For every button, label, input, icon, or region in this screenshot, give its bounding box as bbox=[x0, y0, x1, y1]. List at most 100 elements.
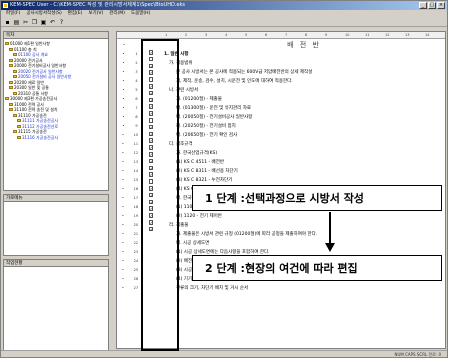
step-arrow-line bbox=[329, 212, 331, 245]
print-icon[interactable]: ▤ bbox=[13, 19, 20, 26]
line-number-row: • 19 bbox=[121, 214, 139, 218]
line-number-row: • 20 bbox=[121, 223, 139, 227]
document-title: 배 전 반 bbox=[287, 41, 321, 49]
line-number-row: • 4 bbox=[122, 79, 138, 83]
spec-line[interactable]: 다. (20050절) - 전기설비공사 일반사항 bbox=[164, 113, 444, 122]
folder-icon bbox=[9, 47, 13, 51]
title-bar: KEM-SPEC User - C:\KEM-SPEC 작성 및 관리시방서체계… bbox=[1, 1, 447, 10]
step2-callout: 2 단계 :현장의 여건에 따라 편집 bbox=[192, 255, 442, 281]
folder-icon bbox=[13, 91, 17, 95]
toolbar: ▪ ▤ ✂ ❐ ▣ ↶ ? bbox=[1, 18, 447, 27]
close-button[interactable]: × bbox=[437, 2, 445, 9]
ruler-tick: 13 bbox=[405, 33, 410, 37]
ruler-tick: 12 bbox=[385, 33, 390, 37]
line-number-row: • 3 bbox=[122, 70, 138, 74]
line-number-row: • 7 bbox=[122, 106, 138, 110]
line-number-row: • 12 bbox=[121, 151, 139, 155]
ruler-tick: 6 bbox=[265, 33, 268, 37]
cut-icon[interactable]: ✂ bbox=[22, 19, 29, 26]
status-bar: NUM CAPS SCRL 전로: 0 bbox=[1, 350, 447, 357]
app-icon bbox=[3, 3, 8, 8]
folder-icon bbox=[17, 124, 21, 128]
work-status-header: 작업현황 bbox=[4, 260, 108, 267]
tree-node-label: 31116 가공송전공사 bbox=[22, 134, 59, 140]
spec-line[interactable]: 가. 한국산업규격(KS) bbox=[164, 149, 444, 158]
ruler-tick: 11 bbox=[365, 33, 370, 37]
folder-icon bbox=[13, 130, 17, 134]
step-arrow-icon bbox=[325, 243, 335, 252]
ruler-tick: 10 bbox=[345, 33, 350, 37]
spec-line[interactable]: 가. 제출물은 시방서 관련 규정 (01200절)에 따라 공정을 제출하여야… bbox=[164, 230, 444, 239]
ruler-tick: 5 bbox=[245, 33, 248, 37]
document-tree: 01000 제1편 일반사항 01100 총 칙 01100 공사 개요 20000 … bbox=[5, 41, 107, 140]
step1-callout: 1 단계 :선택과정으로 시방서 작성 bbox=[192, 185, 442, 211]
line-number-row: • 25 bbox=[121, 268, 139, 272]
spec-line[interactable]: 나. 관련 시방서 bbox=[164, 86, 444, 95]
folder-icon bbox=[9, 102, 13, 106]
ruler: 1 2 3 4 5 6 7 8 9 10 11 12 13 14 bbox=[117, 32, 445, 39]
spec-line[interactable]: 1. 일반 사항 bbox=[164, 50, 444, 59]
line-number-row: • 27 bbox=[121, 286, 139, 290]
folder-icon bbox=[17, 119, 21, 123]
line-number-row: • 17 bbox=[121, 196, 139, 200]
spec-line[interactable]: (1) KS C 4511 - 배전반 bbox=[164, 158, 444, 167]
maximize-button[interactable]: □ bbox=[428, 2, 436, 9]
spec-line[interactable]: 전류의 크기, 차단기 배치 및 거시 순서 bbox=[164, 284, 444, 293]
line-number-row: • 1 bbox=[122, 52, 138, 56]
tree-panel: 목차 01000 제1편 일반사항 01100 총 칙 01100 공사 개요 200… bbox=[3, 31, 109, 191]
spec-line[interactable]: 본 공사 시방서는 본 공사에 적용되는 600V급 저압배전반의 상세 제작설 bbox=[164, 68, 444, 77]
spec-line[interactable]: (2) KS C 8311 - 배선용 차단기 bbox=[164, 167, 444, 176]
line-number-row: • 11 bbox=[121, 142, 139, 146]
line-number-row: • 24 bbox=[121, 259, 139, 263]
checkbox-column-highlight bbox=[141, 39, 179, 351]
spec-line[interactable]: 나. 시공 상세도면 bbox=[164, 239, 444, 248]
line-number-row: • 8 bbox=[122, 115, 138, 119]
folder-icon bbox=[9, 58, 13, 62]
horizontal-menu-panel: 가로메뉴 bbox=[3, 194, 109, 256]
menu-file[interactable]: 파일(F) bbox=[3, 10, 23, 18]
folder-icon bbox=[13, 69, 17, 73]
spec-line[interactable]: 마. (20650절) - 전기 확인 검사 bbox=[164, 131, 444, 140]
spec-line[interactable]: 가. (01200절) - 제출물 bbox=[164, 95, 444, 104]
menu-help[interactable]: 도움말(H) bbox=[128, 10, 153, 18]
ruler-tick: 7 bbox=[285, 33, 288, 37]
menu-bar: 파일(F) 공사시방서작성(S) 편집(E) 보기(V) 관리(M) 도움말(H… bbox=[1, 10, 447, 18]
minimize-button[interactable]: _ bbox=[419, 2, 427, 9]
menu-manage[interactable]: 관리(M) bbox=[106, 10, 128, 18]
folder-icon bbox=[13, 53, 17, 57]
spec-line[interactable]: 나. (01300절) - 운전 및 유지관리 자료 bbox=[164, 104, 444, 113]
paste-icon[interactable]: ▣ bbox=[40, 19, 47, 26]
window-controls: _ □ × bbox=[419, 2, 445, 9]
line-number-row: • 2 bbox=[122, 61, 138, 65]
ruler-tick: 2 bbox=[185, 33, 188, 37]
menu-spec[interactable]: 공사시방서작성(S) bbox=[23, 10, 64, 18]
folder-icon bbox=[9, 64, 13, 68]
tree-node[interactable]: 31116 가공송전공사 bbox=[5, 135, 107, 141]
undo-icon[interactable]: ↶ bbox=[49, 19, 56, 26]
folder-icon bbox=[9, 108, 13, 112]
menu-view[interactable]: 보기(V) bbox=[85, 10, 106, 18]
spec-line[interactable]: 계, 제작, 운송, 검수, 설치, 시운전 및 인도에 대하여 적용한다. bbox=[164, 77, 444, 86]
spec-line[interactable]: (3) KS C 8321 - 누전차단기 bbox=[164, 176, 444, 185]
spec-line[interactable]: 라. 제출물 bbox=[164, 221, 444, 230]
spec-line[interactable]: 가. 적용범위 bbox=[164, 59, 444, 68]
spec-line[interactable]: 라. (20250절) - 전기설비 접지 bbox=[164, 122, 444, 131]
menu-edit[interactable]: 편집(E) bbox=[65, 10, 86, 18]
line-number-row: • 21 bbox=[121, 232, 139, 236]
line-number-row: • 26 bbox=[121, 277, 139, 281]
copy-icon[interactable]: ❐ bbox=[31, 19, 38, 26]
ruler-tick: 14 bbox=[425, 33, 430, 37]
spec-line[interactable]: (2) 1120 - 전기 제어반 bbox=[164, 212, 444, 221]
line-number-row: • 5 bbox=[122, 88, 138, 92]
spec-line[interactable]: 다. 참조규격 bbox=[164, 140, 444, 149]
window-title: KEM-SPEC User - C:\KEM-SPEC 작성 및 관리시방서체계… bbox=[10, 2, 185, 8]
line-number-row: • 13 bbox=[121, 160, 139, 164]
ruler-tick: 8 bbox=[305, 33, 308, 37]
folder-icon bbox=[13, 113, 17, 117]
save-icon[interactable]: ▪ bbox=[4, 19, 11, 26]
folder-icon bbox=[9, 80, 13, 84]
line-number-row: • 10 bbox=[121, 133, 139, 137]
line-numbers: • • 1 • 2 • 3 • 4 • 5 • 6 • 7 • 8 • 9 • 10 • 11 • 12 • 13 • 14 • 15 • 16… bbox=[117, 41, 143, 293]
help-icon[interactable]: ? bbox=[58, 19, 65, 26]
step2-label: 2 단계 :현장의 여건에 따라 편집 bbox=[205, 262, 358, 275]
